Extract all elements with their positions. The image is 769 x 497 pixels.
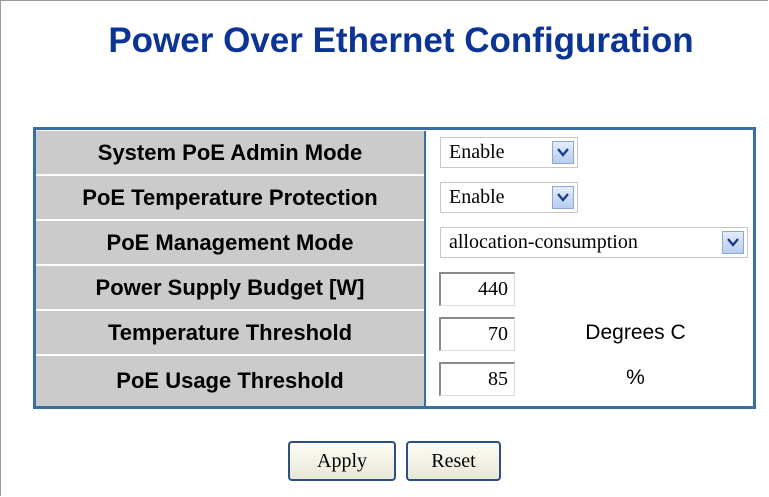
chevron-down-icon[interactable] bbox=[552, 186, 574, 209]
table-row: PoE Management Mode allocation-consumpti… bbox=[36, 221, 753, 266]
page-frame: Power Over Ethernet Configuration System… bbox=[0, 0, 768, 496]
chevron-down-icon[interactable] bbox=[552, 141, 574, 164]
temperature-unit-label: Degrees C bbox=[585, 321, 686, 344]
column-divider bbox=[424, 176, 426, 221]
column-divider bbox=[424, 356, 426, 406]
temperature-threshold-input[interactable]: 70 bbox=[439, 317, 515, 351]
column-divider bbox=[424, 266, 426, 311]
poe-temperature-protection-select[interactable]: Enable bbox=[440, 182, 578, 213]
column-divider bbox=[424, 131, 426, 176]
usage-unit-label: % bbox=[626, 366, 645, 389]
power-supply-budget-input[interactable]: 440 bbox=[439, 272, 515, 306]
table-row: PoE Temperature Protection Enable bbox=[36, 176, 753, 221]
table-row: Power Supply Budget [W] 440 bbox=[36, 266, 753, 311]
poe-management-mode-select[interactable]: allocation-consumption bbox=[440, 227, 748, 258]
poe-usage-threshold-label: PoE Usage Threshold bbox=[36, 356, 424, 406]
system-poe-admin-mode-select[interactable]: Enable bbox=[440, 137, 578, 168]
poe-usage-threshold-input[interactable]: 85 bbox=[439, 362, 515, 396]
select-value: Enable bbox=[449, 141, 505, 163]
table-row: PoE Usage Threshold 85 % bbox=[36, 356, 753, 406]
temperature-threshold-label: Temperature Threshold bbox=[36, 311, 424, 356]
chevron-down-icon[interactable] bbox=[722, 231, 744, 254]
poe-management-mode-label: PoE Management Mode bbox=[36, 221, 424, 266]
page-title: Power Over Ethernet Configuration bbox=[108, 21, 694, 60]
power-supply-budget-label: Power Supply Budget [W] bbox=[36, 266, 424, 311]
poe-config-table: System PoE Admin Mode Enable PoE Tempera… bbox=[33, 127, 756, 409]
select-value: Enable bbox=[449, 186, 505, 208]
apply-button[interactable]: Apply bbox=[288, 441, 396, 481]
reset-button[interactable]: Reset bbox=[406, 441, 501, 481]
select-value: allocation-consumption bbox=[449, 231, 638, 253]
system-poe-admin-mode-label: System PoE Admin Mode bbox=[36, 131, 424, 176]
column-divider bbox=[424, 311, 426, 356]
table-row: System PoE Admin Mode Enable bbox=[36, 131, 753, 176]
column-divider bbox=[424, 221, 426, 266]
poe-temperature-protection-label: PoE Temperature Protection bbox=[36, 176, 424, 221]
table-row: Temperature Threshold 70 Degrees C bbox=[36, 311, 753, 356]
